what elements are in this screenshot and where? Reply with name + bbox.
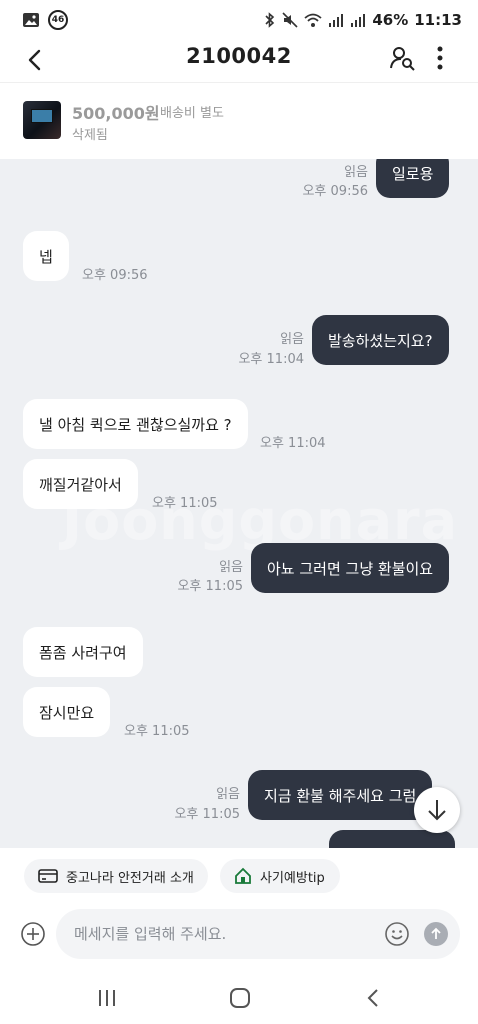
message-input-box [56,909,460,959]
safe-trade-label: 중고나라 안전거래 소개 [66,870,194,886]
home-shield-icon [235,867,251,884]
message-bubble-in[interactable]: 폼좀 사려구여 [23,627,143,677]
read-receipt: 읽음 [344,165,368,180]
message-time: 오후 11:04 [238,352,304,367]
message-bubble-out[interactable]: 아뇨 그러면 그냥 환불이요 [251,543,450,593]
signal-icon [350,13,366,27]
arrow-down-icon [428,800,446,821]
wifi-icon [304,12,322,28]
clock: 11:13 [414,11,462,29]
app-bar: 2100042 [0,40,478,82]
message-time: 오후 09:56 [82,268,148,283]
message-time: 오후 09:56 [302,184,368,199]
battery-percent: 46% [372,11,409,29]
user-search-button[interactable] [388,44,416,72]
message-bubble-out[interactable]: 발송하셨는지요? [312,315,449,365]
chevron-left-icon [367,989,378,1007]
card-icon [38,869,58,883]
product-status: 삭제됨 [72,128,108,143]
message-bubble-in[interactable]: 잠시만요 [23,687,111,737]
product-price: 500,000원 [72,104,160,123]
system-nav-bar [0,972,478,1024]
home-button[interactable] [228,986,252,1010]
plus-circle-icon [21,922,45,946]
message-input[interactable] [74,909,374,959]
mute-icon [282,12,298,28]
scroll-to-bottom-button[interactable] [414,787,460,833]
smile-icon [385,922,409,946]
recent-apps-button[interactable] [95,986,119,1010]
product-summary[interactable]: 500,000원 배송비 별도 삭제됨 [0,82,478,159]
bluetooth-icon [264,12,276,28]
user-search-icon [390,47,415,71]
product-thumbnail [23,101,61,139]
safe-trade-chip[interactable]: 중고나라 안전거래 소개 [24,859,208,893]
read-receipt: 읽음 [219,560,243,575]
home-icon [230,988,250,1008]
chat-area[interactable]: Joonggonara 읽음 오후 09:56 일로용 넵 오후 09:56 읽… [0,159,478,848]
fraud-tip-label: 사기예방tip [260,870,325,886]
fraud-tip-chip[interactable]: 사기예방tip [220,859,340,893]
composer-area: 중고나라 안전거래 소개 사기예방tip [0,848,478,1024]
read-receipt: 읽음 [280,332,304,347]
shipping-note: 배송비 별도 [160,106,224,121]
message-time: 오후 11:05 [177,579,243,594]
message-time: 오후 11:05 [152,496,218,511]
emoji-button[interactable] [384,921,410,947]
message-bubble-in[interactable]: 넵 [23,231,69,281]
arrow-up-icon [431,927,441,939]
more-vertical-icon [437,46,443,70]
send-button[interactable] [424,922,448,946]
message-bubble-out[interactable]: 일로용 [376,159,450,198]
message-time: 오후 11:05 [174,807,240,822]
message-time: 오후 11:04 [260,436,326,451]
message-bubble-in[interactable]: 깨질거같아서 [23,459,138,509]
signal-icon [328,13,344,27]
recents-icon [99,990,115,1006]
gallery-icon [22,12,40,28]
status-bar: 46 46% 11:13 [0,0,478,40]
read-receipt: 읽음 [216,787,240,802]
sim-badge: 46 [48,10,68,30]
nav-back-button[interactable] [362,986,386,1010]
message-time: 오후 11:05 [124,724,190,739]
message-bubble-out[interactable]: 지금 환불 해주세요 그럼 [248,770,433,820]
add-attachment-button[interactable] [20,921,46,947]
message-bubble-in[interactable]: 낼 아침 퀵으로 괜찮으실까요 ? [23,399,248,449]
more-options-button[interactable] [428,44,452,72]
